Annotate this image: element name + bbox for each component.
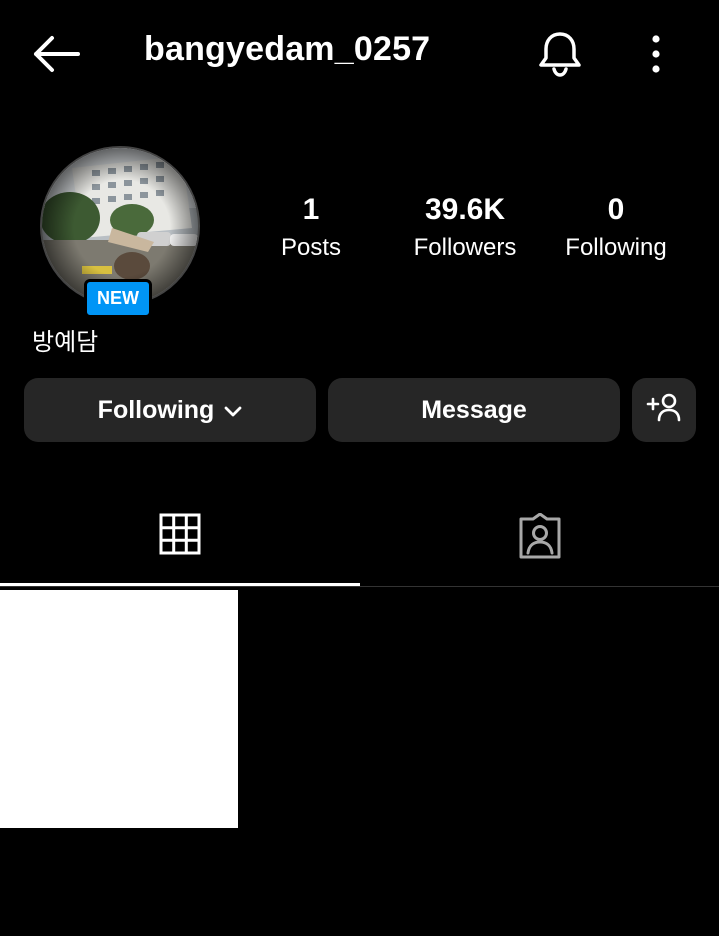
posts-count: 1 (302, 193, 320, 226)
posts-label: Posts (280, 234, 342, 261)
top-bar: bangyedam_0257 (0, 0, 719, 108)
following-button-label: Following (97, 395, 215, 424)
following-button[interactable]: Following (24, 378, 316, 442)
profile-tabs (0, 490, 719, 587)
stat-followers[interactable]: 39.6K Followers (404, 192, 526, 264)
following-label: Following (565, 234, 667, 261)
stat-following[interactable]: 0 Following (556, 192, 676, 264)
followers-label: Followers (413, 234, 517, 261)
following-count: 0 (607, 193, 625, 226)
tab-tagged[interactable] (360, 490, 719, 586)
stat-posts[interactable]: 1 Posts (266, 192, 356, 264)
add-person-button[interactable] (632, 378, 696, 442)
profile-avatar[interactable]: NEW (40, 146, 200, 318)
more-vertical-icon[interactable] (640, 34, 672, 74)
add-person-icon (646, 392, 682, 429)
tab-posts-grid[interactable] (0, 490, 360, 586)
profile-username: bangyedam_0257 (144, 30, 431, 68)
tagged-icon (517, 512, 563, 564)
message-button[interactable]: Message (328, 378, 620, 442)
bell-icon[interactable] (536, 28, 584, 78)
followers-count: 39.6K (424, 193, 506, 226)
message-button-label: Message (421, 395, 527, 424)
post-thumbnail[interactable] (0, 590, 238, 828)
new-badge: NEW (84, 279, 152, 318)
profile-display-name: 방예담 (32, 328, 99, 356)
back-arrow-icon[interactable] (30, 34, 82, 74)
grid-icon (159, 513, 201, 560)
chevron-down-icon (224, 396, 242, 425)
